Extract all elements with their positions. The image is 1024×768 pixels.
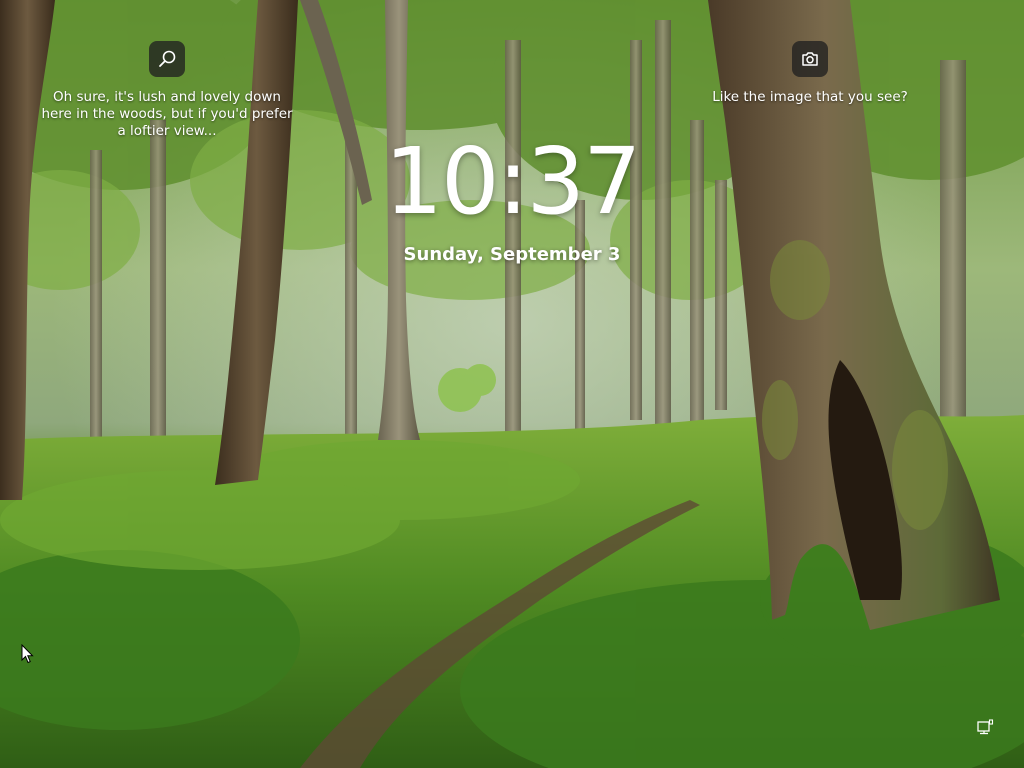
network-status-button[interactable] [976, 718, 994, 736]
lock-screen-time: 10:37 [384, 128, 641, 235]
search-icon [159, 50, 176, 67]
spotlight-hotspot-right[interactable]: Like the image that you see? [708, 41, 912, 106]
network-ethernet-icon [977, 719, 994, 735]
camera-icon [802, 52, 818, 66]
search-hint-caption: Oh sure, it's lush and lovely down here … [41, 89, 293, 139]
search-hint-button[interactable] [149, 41, 185, 77]
mouse-pointer-icon [21, 644, 34, 664]
lock-screen-date: Sunday, September 3 [403, 244, 621, 265]
image-info-caption: Like the image that you see? [712, 89, 908, 105]
spotlight-hotspot-left[interactable]: Oh sure, it's lush and lovely down here … [40, 41, 294, 140]
lock-screen[interactable]: Oh sure, it's lush and lovely down here … [0, 0, 1024, 768]
image-info-button[interactable] [792, 41, 828, 77]
